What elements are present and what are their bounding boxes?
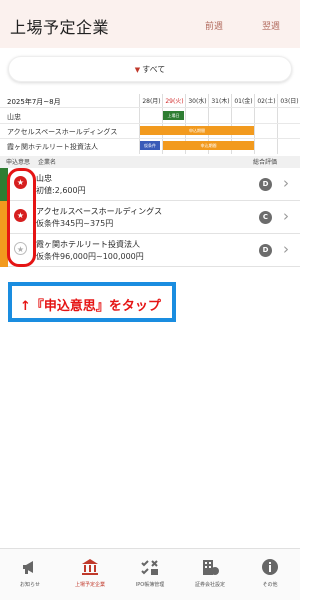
schedule-row-name: 霞ヶ関ホテルリート投資法人 bbox=[7, 143, 98, 151]
list-header: 申込意思 企業名 総合評価 bbox=[0, 156, 300, 168]
schedule-row-name: アクセルスペースホールディングス bbox=[7, 128, 118, 136]
day-header: 31(木) bbox=[211, 98, 230, 105]
day-column: 02(土) bbox=[254, 94, 277, 154]
company-row[interactable]: ★ アクセルスペースホールディングス 仮条件345円~375円 C › bbox=[0, 201, 300, 234]
company-column-header: 企業名 bbox=[38, 159, 57, 166]
next-week-button[interactable]: 翌週 bbox=[262, 19, 280, 32]
bank-icon bbox=[203, 560, 219, 575]
company-price: 仮条件345円~375円 bbox=[36, 219, 114, 228]
day-header: 01(金) bbox=[234, 98, 253, 105]
apply-column-header: 申込意思 bbox=[6, 159, 31, 166]
tab-label: その他 bbox=[262, 582, 278, 588]
building-icon bbox=[82, 559, 98, 575]
page-title: 上場予定企業 bbox=[10, 18, 110, 37]
day-header: 03(日) bbox=[280, 98, 299, 105]
schedule-bar[interactable]: 申込期間 bbox=[163, 141, 254, 150]
filter-dropdown[interactable]: ▼ すべて bbox=[8, 56, 292, 82]
rating-badge: D bbox=[259, 178, 272, 191]
rating-badge: D bbox=[259, 244, 272, 257]
schedule-bar[interactable]: 申込期間 bbox=[140, 126, 254, 135]
day-header: 28(月) bbox=[142, 98, 161, 105]
chevron-right-icon[interactable]: › bbox=[283, 207, 289, 225]
chevron-right-icon[interactable]: › bbox=[283, 174, 289, 192]
day-header: 30(水) bbox=[188, 98, 207, 105]
schedule-bar[interactable]: 上場日 bbox=[163, 111, 184, 120]
tab-news[interactable]: お知らせ bbox=[0, 549, 60, 600]
tab-label: 上場予定企業 bbox=[74, 582, 105, 588]
day-header: 29(火) bbox=[165, 98, 184, 105]
schedule-grid: 2025年7月~8月 28(月) 29(火) 30(水) 31(木) 01(金)… bbox=[0, 94, 300, 154]
tab-ipo-ledger[interactable]: IPO帳簿管理 bbox=[120, 549, 180, 600]
rating-column-header: 総合評価 bbox=[253, 159, 278, 166]
schedule-bar[interactable]: 仮条件 bbox=[140, 141, 160, 150]
company-price: 初値:2,600円 bbox=[36, 186, 86, 195]
instruction-callout: ↑『申込意思』をタップ bbox=[8, 282, 176, 322]
filter-label: すべて bbox=[142, 65, 166, 74]
info-icon bbox=[262, 559, 278, 575]
chevron-right-icon[interactable]: › bbox=[283, 240, 289, 258]
company-name: 霞ヶ関ホテルリート投資法人 bbox=[36, 240, 140, 249]
megaphone-icon bbox=[23, 561, 33, 574]
grid-divider bbox=[0, 138, 300, 139]
day-header: 02(土) bbox=[257, 98, 276, 105]
tab-broker-settings[interactable]: 証券会社設定 bbox=[180, 549, 240, 600]
tab-label: 証券会社設定 bbox=[194, 582, 225, 588]
tab-label: IPO帳簿管理 bbox=[135, 582, 165, 588]
apply-column-highlight bbox=[7, 168, 36, 267]
callout-text: ↑『申込意思』をタップ bbox=[20, 299, 161, 314]
schedule-row-name: 山忠 bbox=[7, 113, 21, 121]
day-column: 03(日) bbox=[277, 94, 300, 154]
caret-down-icon: ▼ bbox=[134, 66, 141, 74]
schedule-period: 2025年7月~8月 bbox=[7, 98, 61, 106]
prev-week-button[interactable]: 前週 bbox=[205, 19, 223, 32]
company-name: アクセルスペースホールディングス bbox=[36, 207, 163, 216]
grid-divider bbox=[0, 107, 300, 108]
tab-other[interactable]: その他 bbox=[240, 549, 300, 600]
app-header: 上場予定企業 前週 翌週 bbox=[0, 0, 300, 48]
rating-badge: C bbox=[259, 211, 272, 224]
company-name: 山忠 bbox=[36, 174, 52, 183]
company-row[interactable]: ★ 山忠 初値:2,600円 D › bbox=[0, 168, 300, 201]
company-price: 仮条件96,000円~100,000円 bbox=[36, 252, 144, 261]
bottom-tab-bar: お知らせ 上場予定企業 IPO帳簿管理 証券会社設定 その他 bbox=[0, 548, 300, 600]
grid-divider bbox=[0, 123, 300, 124]
checklist-icon bbox=[141, 560, 158, 575]
company-row[interactable]: ★ 霞ヶ関ホテルリート投資法人 仮条件96,000円~100,000円 D › bbox=[0, 234, 300, 267]
tab-upcoming-ipo[interactable]: 上場予定企業 bbox=[60, 549, 120, 600]
tab-label: お知らせ bbox=[20, 582, 40, 588]
